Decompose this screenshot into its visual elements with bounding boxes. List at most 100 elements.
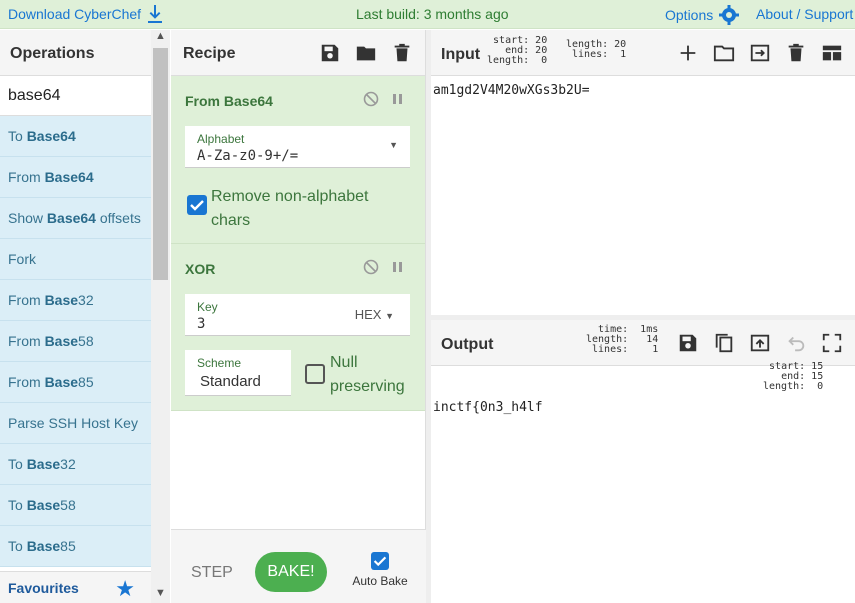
op-item-suffix[interactable]: 85 bbox=[78, 374, 94, 390]
download-link[interactable]: Download CyberChef bbox=[8, 5, 163, 23]
op-item-text[interactable]: From bbox=[8, 169, 45, 185]
operation-item[interactable]: Fork bbox=[0, 239, 151, 280]
disable-icon[interactable] bbox=[363, 91, 379, 107]
output-textarea[interactable]: inctf{0n3_h4lf bbox=[433, 400, 543, 415]
about-link[interactable]: About / Support bbox=[756, 6, 853, 22]
op-item-match[interactable]: Base64 bbox=[47, 210, 96, 226]
auto-bake-checkbox[interactable] bbox=[371, 552, 389, 570]
operation-item[interactable]: To Base32 bbox=[0, 444, 151, 485]
operations-search-input[interactable]: base64 bbox=[0, 76, 151, 116]
alphabet-field[interactable]: Alphabet A-Za-z0-9+/= ▼ bbox=[185, 126, 410, 168]
operations-scrollbar[interactable]: ▲ ▼ bbox=[151, 30, 170, 603]
op-item-text[interactable]: To bbox=[8, 538, 27, 554]
op-item-text[interactable]: To bbox=[8, 128, 27, 144]
input-selection-stats: start: 20 end: 20 length: 0 bbox=[487, 35, 548, 66]
options-label[interactable]: Options bbox=[665, 7, 713, 23]
op-item-match[interactable]: Base bbox=[45, 292, 78, 308]
op-item-match[interactable]: Base bbox=[45, 333, 78, 349]
op-item-match[interactable]: Base bbox=[27, 456, 60, 472]
null-preserving-checkbox[interactable] bbox=[305, 364, 325, 384]
scrollbar-thumb[interactable] bbox=[153, 48, 168, 280]
operation-item[interactable]: Parse SSH Host Key bbox=[0, 403, 151, 444]
key-format-select[interactable]: HEX ▼ bbox=[355, 307, 394, 322]
scroll-down-icon[interactable]: ▼ bbox=[153, 587, 168, 603]
replace-input-icon[interactable] bbox=[749, 332, 771, 354]
recipe-header: Recipe bbox=[171, 30, 425, 76]
operation-item[interactable]: From Base85 bbox=[0, 362, 151, 403]
input-title: Input bbox=[441, 46, 481, 63]
disable-icon[interactable] bbox=[363, 259, 379, 275]
op-item-suffix[interactable]: 32 bbox=[60, 456, 76, 472]
op-item-suffix[interactable]: 32 bbox=[78, 292, 94, 308]
pause-icon[interactable] bbox=[391, 259, 405, 275]
operation-item[interactable]: To Base64 bbox=[0, 116, 151, 157]
operation-item[interactable]: From Base32 bbox=[0, 280, 151, 321]
op-from-base64[interactable]: From Base64 Alphabet A-Za-z0-9+/= ▼ Remo… bbox=[171, 76, 425, 244]
bake-button[interactable]: BAKE! bbox=[255, 552, 327, 592]
copy-icon[interactable] bbox=[713, 332, 735, 354]
op-item-text[interactable]: From bbox=[8, 333, 45, 349]
download-label[interactable]: Download CyberChef bbox=[8, 6, 141, 22]
operation-item[interactable]: To Base85 bbox=[0, 526, 151, 567]
bake-area: STEP BAKE! Auto Bake bbox=[171, 529, 426, 603]
op-item-suffix[interactable]: 58 bbox=[60, 497, 76, 513]
folder-icon[interactable] bbox=[355, 42, 377, 64]
operation-item[interactable]: Show Base64 offsets bbox=[0, 198, 151, 239]
add-icon[interactable] bbox=[677, 42, 699, 64]
scheme-label: Scheme bbox=[197, 356, 242, 370]
op-item-match[interactable]: Base bbox=[27, 497, 60, 513]
save-icon[interactable] bbox=[319, 42, 341, 64]
download-icon[interactable] bbox=[147, 5, 163, 23]
op-item-text[interactable]: From bbox=[8, 374, 45, 390]
op-item-text[interactable]: Fork bbox=[8, 251, 36, 267]
favourites-label[interactable]: Favourites bbox=[8, 580, 79, 596]
remove-nonalphabet-checkbox[interactable] bbox=[187, 195, 207, 215]
op-item-suffix[interactable]: 58 bbox=[78, 333, 94, 349]
star-icon[interactable]: ★ bbox=[115, 576, 135, 602]
auto-bake-label: Auto Bake bbox=[352, 574, 408, 588]
op-item-text[interactable]: Parse SSH Host Key bbox=[8, 415, 138, 431]
options-link[interactable]: Options bbox=[665, 5, 740, 25]
op-item-match[interactable]: Base bbox=[45, 374, 78, 390]
op-xor[interactable]: XOR Key 3 HEX ▼ Scheme Standard Null pre… bbox=[171, 244, 425, 411]
input-textarea[interactable]: am1gd2V4M20wXGs3b2U= bbox=[433, 83, 590, 98]
op-item-text[interactable]: Show bbox=[8, 210, 47, 226]
operation-item[interactable]: From Base64 bbox=[0, 157, 151, 198]
step-button[interactable]: STEP bbox=[191, 564, 233, 582]
key-field[interactable]: Key 3 HEX ▼ bbox=[185, 294, 410, 336]
alphabet-value[interactable]: A-Za-z0-9+/= bbox=[197, 148, 298, 164]
op-item-text[interactable]: From bbox=[8, 292, 45, 308]
open-folder-icon[interactable] bbox=[713, 42, 735, 64]
operation-item[interactable]: To Base58 bbox=[0, 485, 151, 526]
fullscreen-icon[interactable] bbox=[821, 332, 843, 354]
op-item-text[interactable]: To bbox=[8, 456, 27, 472]
output-selection-stats: start: 15 end: 15 length: 0 bbox=[763, 361, 824, 392]
remove-nonalphabet-label: Remove non-alphabet chars bbox=[211, 185, 368, 233]
op-item-suffix[interactable]: offsets bbox=[96, 210, 141, 226]
gear-icon[interactable] bbox=[719, 5, 740, 25]
undo-icon[interactable] bbox=[785, 332, 807, 354]
op-item-match[interactable]: Base64 bbox=[27, 128, 76, 144]
operation-item[interactable]: From Base58 bbox=[0, 321, 151, 362]
open-file-icon[interactable] bbox=[749, 42, 771, 64]
chevron-down-icon[interactable]: ▼ bbox=[389, 140, 398, 150]
scheme-select[interactable]: Scheme Standard bbox=[185, 350, 291, 396]
op-item-match[interactable]: Base bbox=[27, 538, 60, 554]
op-item-match[interactable]: Base64 bbox=[45, 169, 94, 185]
op-item-suffix[interactable]: 85 bbox=[60, 538, 76, 554]
check-icon bbox=[190, 200, 204, 211]
trash-icon[interactable] bbox=[391, 42, 413, 64]
key-value[interactable]: 3 bbox=[197, 316, 205, 332]
output-header: Output time: 1ms length: 14 lines: 1 bbox=[431, 320, 855, 366]
key-format-label[interactable]: HEX bbox=[355, 307, 382, 322]
scroll-up-icon[interactable]: ▲ bbox=[153, 30, 168, 46]
favourites-category[interactable]: Favourites ★ bbox=[0, 571, 151, 603]
scheme-value[interactable]: Standard bbox=[200, 373, 261, 390]
save-icon[interactable] bbox=[677, 332, 699, 354]
caret-down-icon[interactable]: ▼ bbox=[385, 311, 394, 321]
pause-icon[interactable] bbox=[391, 91, 405, 107]
layout-icon[interactable] bbox=[821, 42, 843, 64]
trash-icon[interactable] bbox=[785, 42, 807, 64]
auto-bake-toggle[interactable]: Auto Bake bbox=[349, 552, 411, 588]
op-item-text[interactable]: To bbox=[8, 497, 27, 513]
